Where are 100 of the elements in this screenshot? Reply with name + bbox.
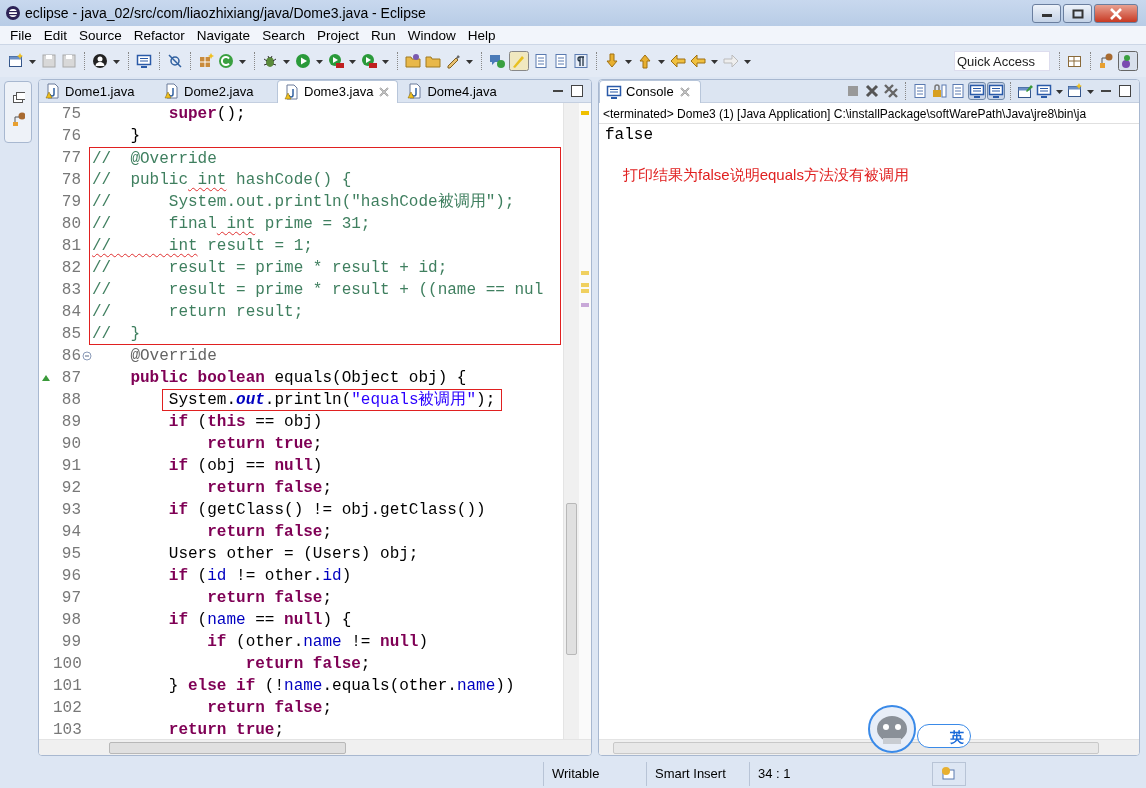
menu-item[interactable]: Run	[364, 27, 402, 43]
menu-item[interactable]: Refactor	[127, 27, 191, 43]
code-line: if (id != other.id)	[167, 566, 352, 587]
new-window-icon[interactable]	[8, 53, 24, 69]
code-line: super();	[167, 104, 246, 125]
menu-item[interactable]: Project	[310, 27, 365, 43]
line-number: 86	[60, 346, 81, 367]
scroll-lock-icon[interactable]	[931, 83, 947, 99]
line-number: 80	[60, 214, 81, 235]
eclipse-logo-icon	[5, 5, 21, 21]
new-console-icon[interactable]	[1067, 83, 1083, 99]
remove-icon[interactable]	[864, 83, 880, 99]
highlighted-code: System.out.println("equals被调用");	[161, 389, 503, 411]
editor-tab[interactable]: Dome4.java	[401, 80, 518, 102]
code-line: // result = prime * result + ((name == nul	[89, 279, 561, 301]
scrollbar-thumb[interactable]	[566, 503, 577, 655]
pilcrow-icon[interactable]	[573, 53, 589, 69]
pen-icon[interactable]	[445, 53, 461, 69]
console-tab[interactable]: Console	[599, 80, 701, 103]
maximize-button[interactable]	[1063, 4, 1092, 23]
folder-icon[interactable]	[405, 53, 421, 69]
horizontal-scrollbar[interactable]	[39, 739, 591, 755]
show-output-icon[interactable]	[969, 83, 985, 99]
speech-bubble-icon[interactable]	[489, 53, 505, 69]
line-number: 92	[60, 478, 81, 499]
show-error-icon[interactable]	[988, 83, 1004, 99]
code-line: }	[129, 126, 140, 147]
back-arrow-icon[interactable]	[670, 53, 686, 69]
line-number: 85	[60, 324, 81, 345]
menu-item[interactable]: File	[4, 27, 38, 43]
status-text: 34 : 1	[749, 762, 932, 786]
menu-item[interactable]: Help	[461, 27, 502, 43]
line-number: 102	[53, 698, 81, 719]
menu-item[interactable]: Search	[256, 27, 311, 43]
line-number: 77	[60, 148, 81, 169]
run-config-icon[interactable]	[328, 53, 344, 69]
user-circle-icon[interactable]	[92, 53, 108, 69]
line-number: 94	[60, 522, 81, 543]
slashed-circle-icon[interactable]	[167, 53, 183, 69]
menu-item[interactable]: Source	[73, 27, 128, 43]
collapse-icon[interactable]	[81, 351, 92, 361]
code-line: return false;	[206, 588, 333, 609]
code-line: if (name == null) {	[167, 610, 352, 631]
menu-item[interactable]: Edit	[37, 27, 74, 43]
menu-item[interactable]: Window	[401, 27, 462, 43]
document-icon[interactable]	[533, 53, 549, 69]
monitor-icon[interactable]	[136, 53, 152, 69]
line-number: 81	[60, 236, 81, 257]
run-icon[interactable]	[295, 53, 311, 69]
editor-tab[interactable]: Dome3.java	[277, 80, 399, 103]
window-title: eclipse - java_02/src/com/liaozhixiang/java/Dome3.java - Eclipse	[25, 5, 427, 21]
minimize-button[interactable]	[1032, 4, 1061, 23]
line-number: 88	[60, 390, 81, 411]
line-number: 103	[53, 720, 81, 739]
line-number: 101	[53, 676, 81, 697]
code-line: // System.out.println("hashCode被调用");	[89, 191, 561, 213]
line-number: 96	[60, 566, 81, 587]
maximize-icon	[1070, 8, 1085, 19]
bug-icon[interactable]	[262, 53, 278, 69]
console-output: false	[605, 125, 654, 146]
code-line: // public int hashCode() {	[89, 169, 561, 191]
list-icon[interactable]	[553, 53, 569, 69]
quick-access-field[interactable]: Quick Access	[954, 51, 1050, 71]
display-console-icon[interactable]	[1036, 83, 1052, 99]
maximize-icon[interactable]	[569, 83, 585, 99]
code-line: return false;	[206, 698, 333, 719]
code-line: @Override	[129, 346, 217, 367]
highlighter-icon[interactable]	[509, 51, 529, 71]
code-line: // int result = 1;	[89, 235, 561, 257]
ime-language-indicator[interactable]: 英	[917, 724, 971, 748]
vertical-scrollbar[interactable]	[563, 103, 579, 739]
run-tool-icon[interactable]	[361, 53, 377, 69]
open-perspective-icon[interactable]	[1067, 53, 1083, 69]
maximize-icon[interactable]	[1117, 83, 1133, 99]
back-arrow-icon[interactable]	[690, 53, 706, 69]
close-button[interactable]	[1094, 4, 1138, 23]
menu-item[interactable]: Navigate	[190, 27, 257, 43]
clear-console-icon[interactable]	[912, 83, 928, 99]
new-class-icon[interactable]	[198, 53, 214, 69]
java-file-icon	[45, 83, 61, 99]
restore-icon[interactable]	[11, 90, 25, 104]
open-folder-icon[interactable]	[425, 53, 441, 69]
code-line: public boolean equals(Object obj) {	[129, 368, 467, 389]
remove-all-icon[interactable]	[883, 83, 899, 99]
code-line: if (getClass() != obj.getClass())	[167, 500, 486, 521]
java-perspective-icon[interactable]	[1118, 51, 1138, 71]
annotation-text: 打印结果为false说明equals方法没有被调用	[623, 166, 910, 185]
hierarchy-icon[interactable]	[1098, 53, 1114, 69]
pin-console-icon[interactable]	[1017, 83, 1033, 99]
hierarchy-icon[interactable]	[11, 112, 25, 126]
java-file-icon	[407, 83, 424, 99]
scrollbar-thumb[interactable]	[109, 742, 346, 754]
line-number: 99	[60, 632, 81, 653]
code-line: // return result;	[89, 301, 561, 323]
code-line: return true;	[167, 720, 285, 739]
line-number: 87	[60, 368, 81, 389]
line-number: 82	[60, 258, 81, 279]
editor-tab[interactable]: Dome1.java	[39, 80, 155, 102]
editor-tab[interactable]: Dome2.java	[158, 80, 274, 102]
word-wrap-icon[interactable]	[950, 83, 966, 99]
